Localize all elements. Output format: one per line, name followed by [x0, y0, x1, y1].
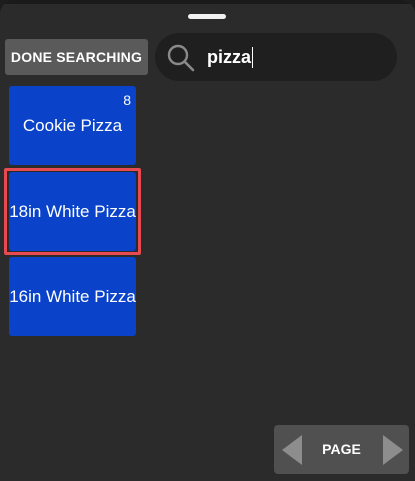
result-tile-label: 16in White Pizza: [9, 286, 136, 306]
search-panel: DONE SEARCHING pizza Cookie Pizza 8 18in…: [0, 0, 415, 481]
result-tile-18in-white-pizza[interactable]: 18in White Pizza: [9, 172, 136, 251]
search-input[interactable]: pizza: [207, 46, 254, 68]
next-page-button[interactable]: [381, 433, 405, 467]
search-icon: [167, 44, 195, 72]
result-tile-label: 18in White Pizza: [9, 201, 136, 221]
result-tile-label: Cookie Pizza: [22, 115, 123, 135]
triangle-left-icon: [282, 435, 302, 465]
search-bar[interactable]: pizza: [155, 33, 397, 81]
search-input-value: pizza: [207, 47, 252, 67]
result-count-badge: 8: [123, 92, 131, 108]
result-tile-cookie-pizza[interactable]: Cookie Pizza 8: [9, 86, 136, 165]
result-tile-16in-white-pizza[interactable]: 16in White Pizza: [9, 257, 136, 336]
page-label: PAGE: [322, 441, 361, 457]
previous-page-button[interactable]: [280, 433, 304, 467]
text-caret: [252, 46, 254, 68]
top-strip: [0, 0, 415, 4]
triangle-right-icon: [383, 435, 403, 465]
pager: PAGE: [274, 425, 409, 474]
drag-handle[interactable]: [188, 14, 226, 19]
done-searching-button[interactable]: DONE SEARCHING: [5, 39, 148, 75]
